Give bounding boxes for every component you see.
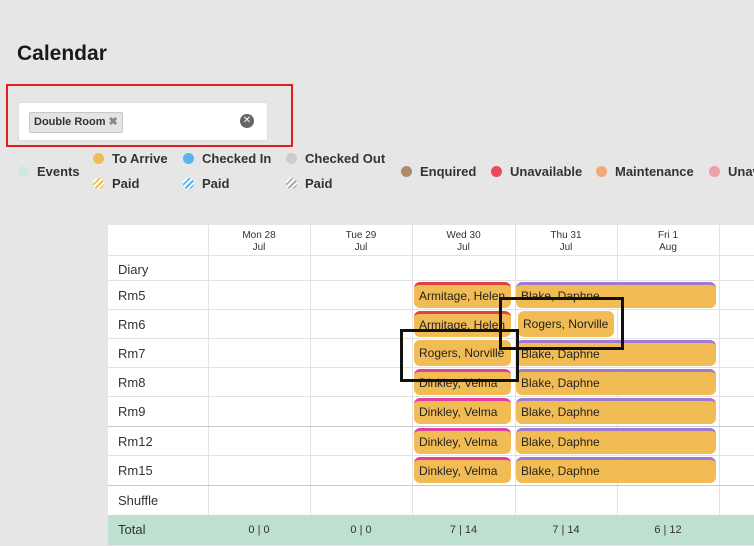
- legend-checked-in-paid: Paid: [183, 176, 229, 191]
- day-header-wed30: Wed 30 Jul: [446, 230, 481, 253]
- day-header-thu31: Thu 31 Jul: [550, 230, 582, 253]
- highlight-box-red: [6, 84, 293, 147]
- to-arrive-dot-icon: [93, 153, 104, 164]
- maintenance-dot-icon: [596, 166, 607, 177]
- legend-unavailable: Unavailable: [491, 164, 582, 179]
- grid-divider: [108, 396, 754, 397]
- calendar-grid: Mon 28 Jul Tue 29 Jul Wed 30 Jul Thu 31 Jul …: [108, 225, 754, 545]
- checked-out-paid-dot-icon: [286, 178, 297, 189]
- booking-rm9-blake[interactable]: Blake, Daphne: [516, 398, 716, 424]
- booking-rm15-dinkley[interactable]: Dinkley, Velma: [414, 457, 511, 483]
- grid-divider: [208, 225, 209, 545]
- grid-divider: [108, 309, 754, 310]
- day-header-tue29: Tue 29 Jul: [345, 230, 377, 253]
- total-cell: 0 | 0: [350, 524, 372, 536]
- row-label-rm5: Rm5: [118, 288, 146, 303]
- total-cell: 0 | 0: [248, 524, 270, 536]
- total-cell: 6 | 12: [654, 524, 682, 536]
- row-label-rm9: Rm9: [118, 404, 146, 419]
- booking-rm5-armitage[interactable]: Armitage, Helen: [414, 282, 511, 308]
- legend-maintenance: Maintenance: [596, 164, 694, 179]
- row-label-rm6: Rm6: [118, 317, 146, 332]
- checked-out-dot-icon: [286, 153, 297, 164]
- legend-enquired: Enquired: [401, 164, 476, 179]
- booking-rm15-blake[interactable]: Blake, Daphne: [516, 457, 716, 483]
- booking-rm9-dinkley[interactable]: Dinkley, Velma: [414, 398, 511, 424]
- booking-rm12-blake[interactable]: Blake, Daphne: [516, 428, 716, 454]
- legend-unav: Unav: [709, 164, 754, 179]
- grid-divider: [310, 225, 311, 545]
- totals-row: Total 0 | 0 0 | 0 7 | 14 7 | 14 6 | 12: [108, 515, 754, 545]
- enquired-dot-icon: [401, 166, 412, 177]
- grid-divider: [108, 255, 754, 256]
- totals-label: Total: [118, 522, 146, 537]
- unavailable-dot-icon: [491, 166, 502, 177]
- grid-divider: [719, 225, 720, 545]
- day-header-fri1: Fri 1 Aug: [658, 230, 678, 253]
- legend-checked-in: Checked In: [183, 151, 271, 166]
- grid-divider: [412, 225, 413, 545]
- row-label-rm15: Rm15: [118, 463, 153, 478]
- day-header-mon28: Mon 28 Jul: [242, 230, 276, 253]
- legend-checked-out-paid: Paid: [286, 176, 332, 191]
- total-cell: 7 | 14: [552, 524, 580, 536]
- legend-to-arrive-paid: Paid: [93, 176, 139, 191]
- row-label-rm7: Rm7: [118, 346, 146, 361]
- page-title: Calendar: [17, 42, 107, 65]
- legend-checked-out: Checked Out: [286, 151, 385, 166]
- events-dot-icon: [18, 166, 29, 177]
- total-cell: 7 | 14: [449, 524, 478, 536]
- legend-to-arrive: To Arrive: [93, 151, 168, 166]
- row-label-diary: Diary: [118, 262, 149, 277]
- booking-rm12-dinkley[interactable]: Dinkley, Velma: [414, 428, 511, 454]
- row-label-shuffle: Shuffle: [118, 493, 159, 508]
- to-arrive-paid-dot-icon: [93, 178, 104, 189]
- booking-rm8-blake[interactable]: Blake, Daphne: [516, 369, 716, 395]
- row-label-rm8: Rm8: [118, 375, 146, 390]
- row-label-rm12: Rm12: [118, 434, 153, 449]
- unav-dot-icon: [709, 166, 720, 177]
- highlight-box-black-2: [400, 329, 519, 382]
- grid-divider: [108, 280, 754, 281]
- legend-events: Events: [18, 164, 80, 179]
- grid-divider: [108, 485, 754, 486]
- checked-in-dot-icon: [183, 153, 194, 164]
- grid-divider: [108, 455, 754, 456]
- grid-divider: [108, 426, 754, 427]
- checked-in-paid-dot-icon: [183, 178, 194, 189]
